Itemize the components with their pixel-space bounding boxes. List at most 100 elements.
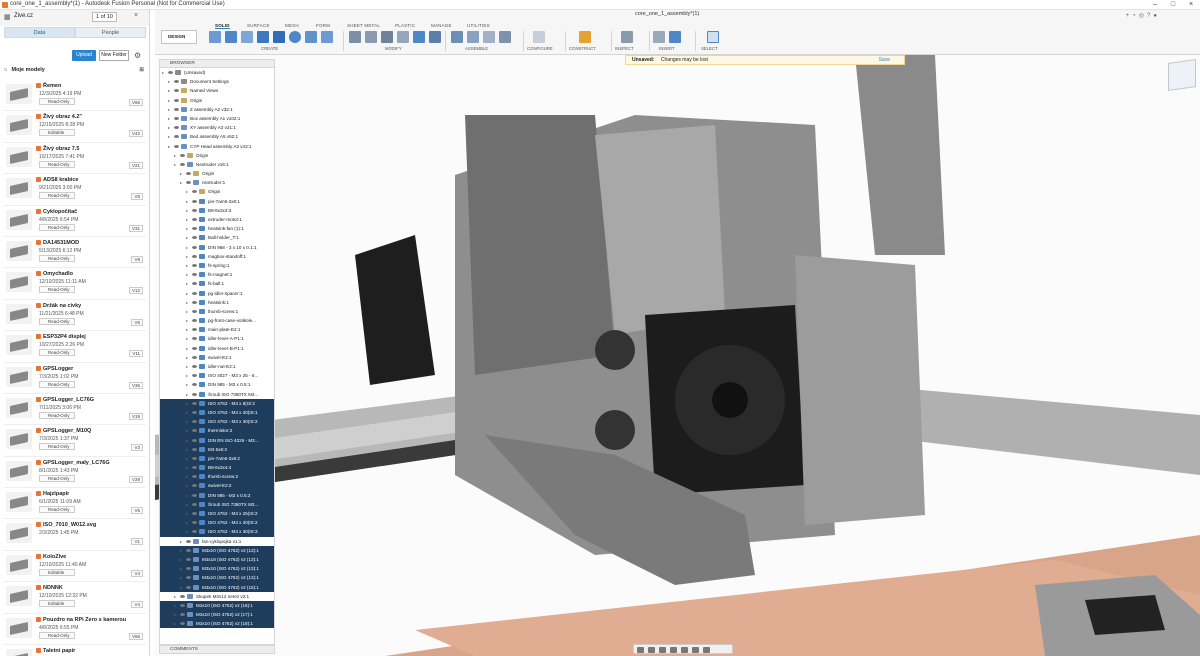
visibility-eye-icon[interactable] <box>180 603 185 607</box>
browser-node[interactable]: ▸ fan-cyklopojka v1:1 <box>160 537 274 546</box>
access-dropdown[interactable]: Read-Only <box>39 349 75 357</box>
design-name[interactable]: Živý obraz 4.2" <box>36 114 82 120</box>
combine-icon[interactable] <box>413 31 425 43</box>
folder-add-icon[interactable]: ⊞ <box>139 67 144 73</box>
visibility-eye-icon[interactable] <box>192 218 197 221</box>
version-badge[interactable]: V21 <box>128 161 143 169</box>
browser-node[interactable]: ▸ XY assembly A3 v21:1 <box>160 123 274 132</box>
design-thumbnail[interactable] <box>6 617 32 638</box>
browser-node[interactable]: ▸ M3x10 (ISO 4762) v2 (18):1 <box>160 619 274 629</box>
upload-button[interactable]: Upload <box>72 50 96 61</box>
access-dropdown[interactable]: Editable <box>39 568 75 576</box>
expand-arrow-icon[interactable]: ▸ <box>186 426 188 435</box>
browser-node[interactable]: ▸ thumb-screw:2 <box>160 472 274 482</box>
browser-node[interactable]: ▸ pin-7am6-3x8:2 <box>160 453 274 464</box>
visibility-eye-icon[interactable] <box>192 466 197 470</box>
workspace-switcher[interactable]: DESIGN <box>161 30 197 44</box>
design-thumbnail[interactable] <box>6 115 32 136</box>
visibility-eye-icon[interactable] <box>192 199 197 203</box>
visibility-eye-icon[interactable] <box>192 475 197 479</box>
visibility-eye-icon[interactable] <box>186 539 191 543</box>
browser-node[interactable]: ▸ Document Settings <box>160 77 274 86</box>
expand-arrow-icon[interactable]: ▸ <box>186 243 188 252</box>
visibility-eye-icon[interactable] <box>180 153 185 157</box>
browser-node[interactable]: ▸ idler-lever-A-P1:1 <box>160 334 274 343</box>
assemble-group-label[interactable]: ASSEMBLE <box>465 46 488 51</box>
visibility-eye-icon[interactable] <box>174 135 179 139</box>
list-item[interactable]: KoloZive 12/10/2025 11:40 AM Editable V4 <box>4 551 146 583</box>
expand-arrow-icon[interactable]: ▸ <box>186 334 188 343</box>
notifications-icon[interactable]: ◎ <box>1139 13 1147 19</box>
browser-node[interactable]: ▸ Šroub ISO 7380TX M3... <box>160 499 274 509</box>
expand-arrow-icon[interactable]: ▸ <box>186 197 188 206</box>
list-item[interactable]: NDNNK 12/10/2025 12:32 PM Editable V4 <box>4 582 146 614</box>
list-item[interactable]: Taletní papír5/17/2025 4:05 PM <box>4 645 146 656</box>
visibility-eye-icon[interactable] <box>192 383 197 387</box>
browser-node[interactable]: ▸ M3x10 (ISO 4762) v2 (13):1 <box>160 564 274 574</box>
list-item[interactable]: Hajzlpapír 6/1/2025 11:09 AM Read-Only V5 <box>4 488 146 520</box>
list-item[interactable]: GPSLogger_maly_LC76G 8/1/2025 1:43 PM Read… <box>4 457 146 489</box>
design-thumbnail[interactable] <box>6 335 32 356</box>
browser-node[interactable]: ▸ DIN 985 - M3 x 0.5:2 <box>160 490 274 500</box>
version-badge[interactable]: V42 <box>128 130 143 138</box>
tab-utilities[interactable]: UTILITIES <box>467 23 490 28</box>
access-dropdown[interactable]: Read-Only <box>39 223 75 231</box>
expand-arrow-icon[interactable]: ▸ <box>186 344 188 353</box>
visibility-eye-icon[interactable] <box>192 392 197 396</box>
browser-node[interactable]: ▸ Named Views <box>160 86 274 95</box>
browser-node[interactable]: ▸ thermistor:2 <box>160 426 274 436</box>
visibility-eye-icon[interactable] <box>192 263 197 267</box>
list-item[interactable]: DA14531MOD 5/13/2025 6:12 PM Read-Only V9 <box>4 237 146 269</box>
visibility-eye-icon[interactable] <box>192 208 197 212</box>
design-thumbnail[interactable] <box>6 586 32 607</box>
browser-node[interactable]: ▸ ISO 4762 - M3 x 20(IS:1 <box>160 407 274 418</box>
browser-node[interactable]: ▸ DIN 968 - 3 x 10 x 0.1:1 <box>160 243 274 252</box>
motion-link-icon[interactable] <box>499 31 511 43</box>
design-name[interactable]: GPSLogger_maly_LC76G <box>36 460 110 466</box>
visibility-eye-icon[interactable] <box>186 172 191 176</box>
insert-group-label[interactable]: INSERT <box>659 46 675 51</box>
list-item[interactable]: Omychadlo 12/10/2025 11:11 AM Read-Only V12 <box>4 268 146 300</box>
browser-node[interactable]: ▸ idler-nut-E2:1 <box>160 362 274 371</box>
visibility-eye-icon[interactable] <box>192 245 197 249</box>
browser-node[interactable]: ▸ Ball-holder_T:1 <box>160 233 274 242</box>
breadcrumb-project[interactable]: Moje modely <box>12 67 45 73</box>
visibility-eye-icon[interactable] <box>186 557 191 561</box>
version-badge[interactable]: V19 <box>128 412 143 420</box>
design-name[interactable]: ISO_7010_W012.svg <box>36 522 96 528</box>
browser-node[interactable]: ▸ M3x10 (ISO 4762) v2 (15):1 <box>160 582 274 592</box>
browser-node[interactable]: ▸ M3x10 (ISO 4762) v2 (16):1 <box>160 600 274 611</box>
visibility-eye-icon[interactable] <box>192 190 197 194</box>
expand-arrow-icon[interactable]: ▸ <box>168 105 170 114</box>
expand-arrow-icon[interactable]: ▸ <box>168 96 170 105</box>
expand-arrow-icon[interactable]: ▸ <box>186 518 188 527</box>
visibility-eye-icon[interactable] <box>192 282 197 286</box>
visibility-eye-icon[interactable] <box>192 273 197 277</box>
browser-node[interactable]: ▸ heatsink:1 <box>160 298 274 307</box>
grid-settings-icon[interactable] <box>692 647 699 653</box>
design-name[interactable]: GPSLogger <box>36 366 73 372</box>
expand-arrow-icon[interactable]: ▸ <box>162 68 164 77</box>
design-name[interactable]: Omychadlo <box>36 271 73 277</box>
design-thumbnail[interactable] <box>6 554 32 575</box>
visibility-eye-icon[interactable] <box>180 594 185 598</box>
configure-icon[interactable] <box>533 31 545 43</box>
tab-surface[interactable]: SURFACE <box>247 23 270 28</box>
visibility-eye-icon[interactable] <box>192 291 197 295</box>
canvas-viewport[interactable]: Unsaved: Changes may be lost Save BROWSE… <box>155 55 1200 656</box>
document-tab[interactable]: core_one_1_assembly*(1) <box>635 11 699 17</box>
expand-arrow-icon[interactable]: ▸ <box>186 445 188 454</box>
expand-arrow-icon[interactable]: ▸ <box>186 454 188 463</box>
version-badge[interactable]: V31 <box>128 224 143 232</box>
expand-arrow-icon[interactable]: ▸ <box>186 206 188 215</box>
select-icon[interactable] <box>707 31 719 43</box>
browser-node[interactable]: ▸ Bed assembly A5 v52:1 <box>160 132 274 141</box>
browser-node[interactable]: ▸ M3x10 (ISO 4762) v2 (17):1 <box>160 610 274 620</box>
tab-form[interactable]: FORM <box>316 23 330 28</box>
browser-node[interactable]: ▸ Origin <box>160 151 274 160</box>
access-dropdown[interactable]: Read-Only <box>39 631 75 639</box>
extensions-icon[interactable]: ◔ <box>1132 13 1139 19</box>
design-thumbnail[interactable] <box>6 209 32 230</box>
version-badge[interactable]: V11 <box>129 350 143 358</box>
visibility-eye-icon[interactable] <box>174 98 179 102</box>
